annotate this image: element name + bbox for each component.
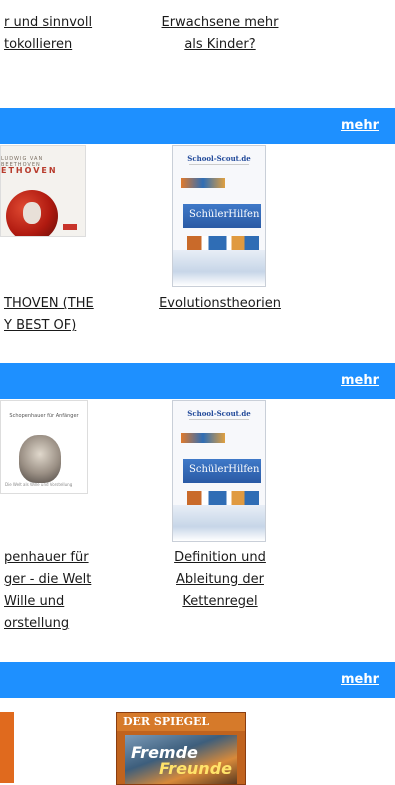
title-line: Y BEST OF) (4, 318, 77, 333)
album-cover-beethoven[interactable]: LUDWIG VAN BEETHOVEN ETHOVEN (0, 145, 86, 237)
label-mark (63, 224, 77, 230)
title-line: tokollieren (4, 37, 73, 52)
title-line: ger - die Welt (4, 572, 92, 587)
cover-sky-image (173, 505, 265, 541)
color-strip (181, 178, 225, 188)
section-header-bar: mehr (0, 662, 395, 698)
cover-text: ETHOVEN (1, 166, 58, 175)
title-line: penhauer für (4, 550, 89, 565)
title-line: als Kinder? (184, 37, 256, 52)
portrait-image (19, 435, 61, 483)
book-cover-partial[interactable] (0, 712, 14, 783)
title-line: THOVEN (THE (4, 296, 94, 311)
more-link[interactable]: mehr (341, 672, 379, 687)
title-line: Erwachsene mehr (161, 15, 279, 30)
book-cover-school-scout[interactable]: School-Scout.de SchülerHilfen (172, 400, 266, 542)
publisher-logo: School-Scout.de (187, 154, 251, 163)
item-title-evolutionstheorien[interactable]: Evolutionstheorien (140, 293, 300, 315)
section-header-bar: mehr (0, 363, 395, 399)
item-title-schopenhauer[interactable]: penhauer für ger - die Welt Wille und or… (4, 547, 91, 635)
more-link[interactable]: mehr (341, 118, 379, 133)
title-line: Ableitung der (176, 572, 264, 587)
divider (189, 164, 249, 165)
more-link[interactable]: mehr (341, 373, 379, 388)
series-label: SchülerHilfen (189, 464, 260, 475)
title-line: Kettenregel (182, 594, 258, 609)
magazine-cover-spiegel[interactable]: DER SPIEGEL Fremde Freunde (116, 712, 246, 785)
item-title-protokollieren[interactable]: r und sinnvoll tokollieren (4, 12, 92, 56)
series-label: SchülerHilfen (189, 209, 260, 220)
color-strip (181, 433, 225, 443)
title-line: orstellung (4, 616, 70, 631)
color-strip (187, 491, 259, 505)
item-title-beethoven[interactable]: THOVEN (THE Y BEST OF) (4, 293, 94, 337)
divider (189, 419, 249, 420)
portrait-image (6, 190, 58, 236)
cover-band: SchülerHilfen (183, 459, 261, 483)
title-line: Definition und (174, 550, 266, 565)
book-cover-schopenhauer[interactable]: Schopenhauer für Anfänger Die Welt als W… (0, 400, 88, 494)
cover-text: Die Welt als Wille und Vorstellung (5, 482, 73, 487)
title-line: r und sinnvoll (4, 15, 93, 30)
magazine-masthead: DER SPIEGEL (117, 713, 245, 731)
book-cover-school-scout[interactable]: School-Scout.de SchülerHilfen (172, 145, 266, 287)
title-line: Wille und (4, 594, 65, 609)
publisher-logo: School-Scout.de (187, 409, 251, 418)
item-title-erwachsene[interactable]: Erwachsene mehr als Kinder? (140, 12, 300, 56)
cover-text: Schopenhauer für Anfänger (9, 413, 79, 419)
cover-band: SchülerHilfen (183, 204, 261, 228)
section-header-bar: mehr (0, 108, 395, 144)
title-line: Evolutionstheorien (159, 296, 281, 311)
cover-sky-image (173, 250, 265, 286)
cover-headline: Freunde (159, 759, 232, 778)
color-strip (187, 236, 259, 250)
item-title-kettenregel[interactable]: Definition und Ableitung der Kettenregel (140, 547, 300, 613)
